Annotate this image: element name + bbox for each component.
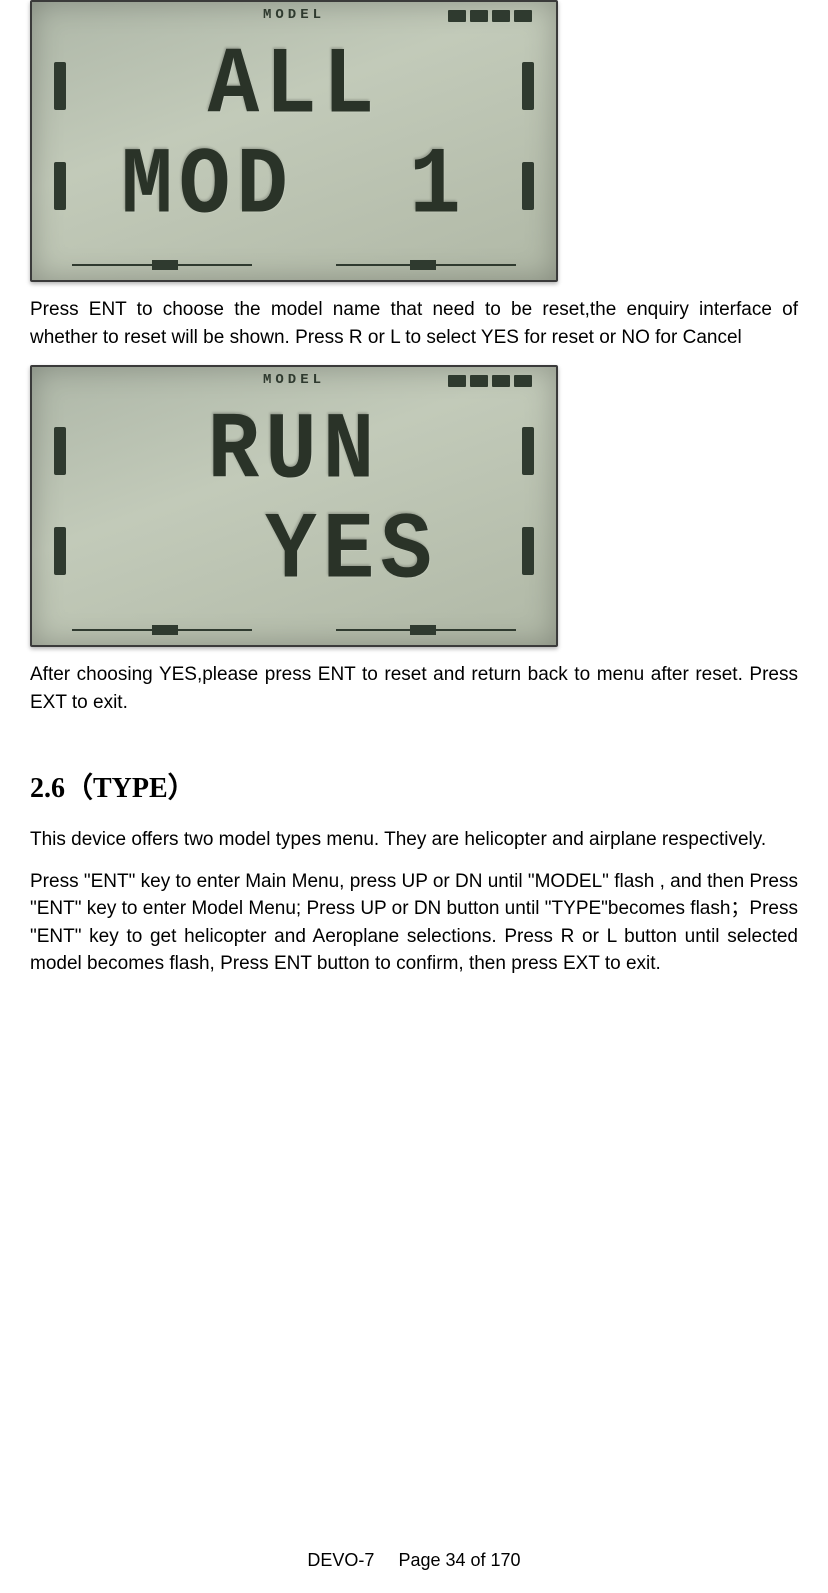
lcd2-indicator-bars: [448, 375, 532, 387]
footer-page-label: Page 34 of 170: [398, 1550, 520, 1570]
paragraph-3: This device offers two model types menu.…: [30, 826, 798, 854]
lcd-bottom-dash-icon: [410, 625, 436, 635]
footer-device: DEVO-7: [307, 1550, 374, 1570]
paragraph-1: Press ENT to choose the model name that …: [30, 296, 798, 351]
lcd2-row1-text: RUN: [208, 397, 381, 505]
lcd-bottom-dash-icon: [152, 625, 178, 635]
indicator-bar-icon: [492, 375, 510, 387]
indicator-bar-icon: [514, 375, 532, 387]
document-page: MODEL ALL MOD 1 Press ENT to choose the …: [0, 0, 828, 1593]
lcd1-indicator-bars: [448, 10, 532, 22]
lcd-screenshot-2: MODEL RUN YES: [30, 365, 558, 647]
lcd-bottom-dash-icon: [410, 260, 436, 270]
lcd1-model-label: MODEL: [263, 7, 325, 23]
indicator-bar-icon: [448, 375, 466, 387]
indicator-bar-icon: [492, 10, 510, 22]
lcd1-row1-text: ALL: [208, 32, 381, 140]
lcd2-row2-text: YES: [150, 497, 438, 605]
paragraph-4: Press "ENT" key to enter Main Menu, pres…: [30, 868, 798, 978]
lcd1-row1: ALL: [32, 37, 556, 135]
lcd1-row2-text: MOD 1: [121, 132, 467, 240]
indicator-bar-icon: [514, 10, 532, 22]
indicator-bar-icon: [448, 10, 466, 22]
lcd2-row1: RUN: [32, 402, 556, 500]
lcd-screenshot-1: MODEL ALL MOD 1: [30, 0, 558, 282]
indicator-bar-icon: [470, 375, 488, 387]
page-footer: DEVO-7 Page 34 of 170: [0, 1550, 828, 1571]
indicator-bar-icon: [470, 10, 488, 22]
lcd2-row2: YES: [32, 502, 556, 600]
lcd2-model-label: MODEL: [263, 372, 325, 388]
lcd-bottom-dash-icon: [152, 260, 178, 270]
section-heading-2-6: 2.6（TYPE）: [30, 766, 798, 806]
paragraph-2: After choosing YES,please press ENT to r…: [30, 661, 798, 716]
lcd1-row2: MOD 1: [32, 137, 556, 235]
